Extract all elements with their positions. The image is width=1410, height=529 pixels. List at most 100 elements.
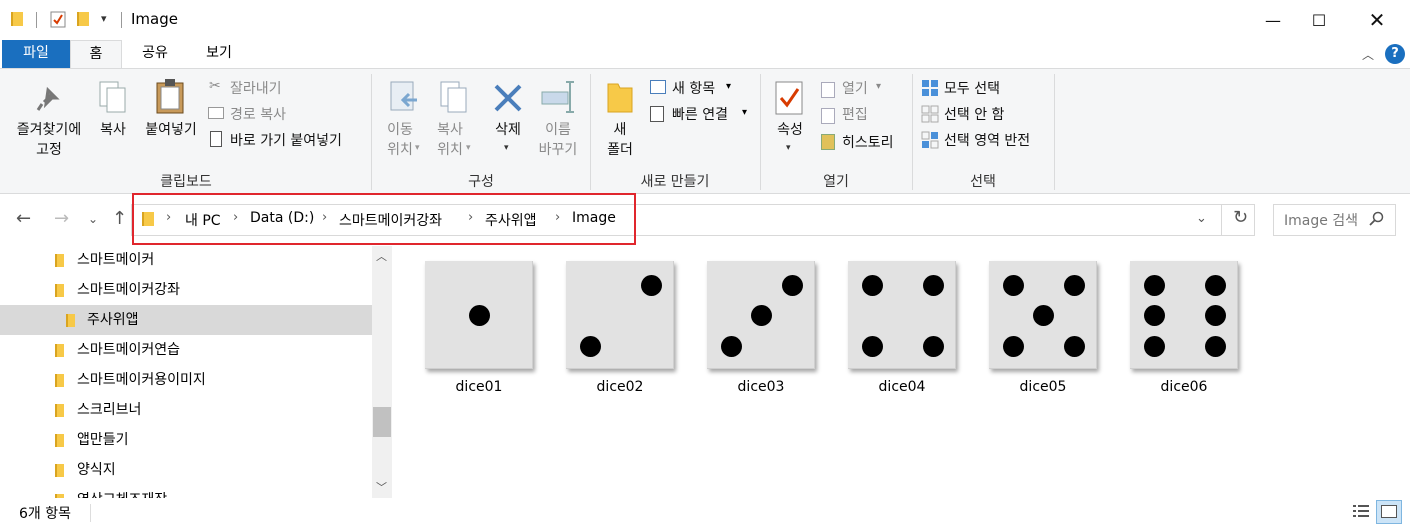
nav-item[interactable]: 스마트메이커강좌: [0, 275, 372, 305]
nav-item-selected[interactable]: 주사위앱: [0, 305, 372, 335]
close-button[interactable]: ✕: [1354, 0, 1400, 40]
new-folder-icon[interactable]: [77, 12, 89, 26]
dice-pip: [1003, 336, 1024, 357]
paste-icon: [156, 79, 184, 114]
dice-pip: [1064, 275, 1085, 296]
copy-path-button[interactable]: 경로 복사: [230, 104, 286, 124]
dice-thumbnail[interactable]: [848, 261, 956, 369]
new-folder-icon: [607, 83, 633, 113]
nav-item[interactable]: 양식지: [0, 455, 372, 485]
refresh-icon[interactable]: ↻: [1233, 207, 1248, 228]
folder-icon: [55, 254, 64, 267]
properties-check-icon[interactable]: [50, 11, 66, 28]
dice-pip: [751, 305, 772, 326]
scroll-up-icon[interactable]: ︿: [376, 248, 387, 264]
details-view-icon[interactable]: [1352, 502, 1370, 520]
move-to-icon: [390, 81, 417, 111]
tab-share[interactable]: 공유: [130, 40, 180, 68]
up-arrow-icon[interactable]: ↑: [112, 208, 127, 229]
forward-arrow-icon[interactable]: →: [54, 208, 69, 229]
dice-pip: [782, 275, 803, 296]
invert-selection-button[interactable]: 선택 영역 반전: [944, 130, 1030, 150]
dice-thumbnail[interactable]: [566, 261, 674, 369]
dice-pip: [1003, 275, 1024, 296]
nav-scrollbar[interactable]: [372, 246, 392, 498]
address-dropdown-icon[interactable]: ⌄: [1196, 211, 1207, 226]
invert-selection-icon: [921, 131, 939, 149]
select-all-icon: [922, 80, 938, 96]
pin-to-quick-access-button[interactable]: 즐겨찾기에 고정: [4, 120, 94, 160]
dice-thumbnail[interactable]: [707, 261, 815, 369]
edit-button[interactable]: 편집: [842, 104, 868, 124]
dropdown-arrow-icon: ▾: [876, 81, 882, 92]
nav-item[interactable]: 스마트메이커용이미지: [0, 365, 372, 395]
large-icons-view-icon: [1381, 505, 1397, 518]
easy-access-button[interactable]: 빠른 연결: [672, 104, 728, 124]
back-arrow-icon[interactable]: ←: [16, 208, 31, 229]
dice-thumbnail[interactable]: [1130, 261, 1238, 369]
move-to-button[interactable]: 이동 위치: [378, 120, 422, 160]
minimize-button[interactable]: —: [1250, 0, 1296, 40]
select-all-button[interactable]: 모두 선택: [944, 78, 1000, 98]
folder-icon: [55, 404, 64, 417]
copy-button[interactable]: 복사: [92, 120, 134, 140]
scroll-down-icon[interactable]: ﹀: [376, 479, 387, 495]
dice-thumbnail[interactable]: [425, 261, 533, 369]
dice-pip: [1144, 305, 1165, 326]
search-icon[interactable]: [1369, 211, 1385, 227]
delete-button[interactable]: 삭제: [486, 120, 530, 140]
tab-home[interactable]: 홈: [70, 40, 122, 68]
toolbar-divider: [36, 12, 37, 28]
nav-item[interactable]: 스크리브너: [0, 395, 372, 425]
dropdown-arrow-icon: ▾: [504, 143, 509, 153]
dice-pip: [1205, 336, 1226, 357]
dice-pip: [469, 305, 490, 326]
file-name: dice05: [1019, 379, 1067, 395]
collapse-ribbon-icon[interactable]: ︿: [1362, 46, 1374, 63]
tab-view[interactable]: 보기: [194, 40, 244, 68]
title-bar: [0, 0, 1410, 40]
recent-locations-icon[interactable]: ⌄: [88, 212, 98, 226]
quick-access-dropdown-icon[interactable]: ▾: [101, 12, 107, 25]
history-button[interactable]: 히스토리: [842, 132, 894, 152]
dice-thumbnail[interactable]: [989, 261, 1097, 369]
delete-icon: [494, 84, 522, 112]
nav-item[interactable]: 앱만들기: [0, 425, 372, 455]
paste-shortcut-button[interactable]: 바로 가기 붙여넣기: [230, 130, 342, 150]
tab-file[interactable]: 파일: [2, 40, 70, 68]
nav-item[interactable]: 스마트메이커: [0, 245, 372, 275]
select-none-button[interactable]: 선택 안 함: [944, 104, 1004, 124]
dice-pip: [862, 336, 883, 357]
large-icons-view-button[interactable]: [1376, 500, 1402, 524]
cut-button[interactable]: 잘라내기: [230, 78, 282, 98]
rename-button[interactable]: 이름 바꾸기: [534, 120, 582, 160]
select-none-icon: [921, 105, 939, 123]
copy-to-icon: [440, 81, 467, 113]
nav-item-label: 스마트메이커연습: [77, 342, 181, 358]
nav-item-label: 스마트메이커강좌: [77, 282, 181, 298]
copy-to-button[interactable]: 복사 위치: [428, 120, 472, 160]
maximize-button[interactable]: ☐: [1296, 0, 1342, 40]
nav-item[interactable]: 스마트메이커연습: [0, 335, 372, 365]
search-input[interactable]: Image 검색: [1284, 210, 1358, 230]
new-item-button[interactable]: 새 항목: [672, 78, 715, 98]
dice-pip: [1033, 305, 1054, 326]
highlight-box: [132, 193, 636, 245]
help-icon[interactable]: ?: [1385, 44, 1405, 64]
file-name: dice01: [455, 379, 503, 395]
nav-item-clipped[interactable]: 영상교체즈재작: [0, 485, 372, 498]
dice-pip: [923, 336, 944, 357]
dropdown-arrow-icon: ▾: [466, 143, 471, 153]
rename-icon: [541, 81, 574, 113]
copy-path-icon: [208, 107, 224, 119]
paste-button[interactable]: 붙여넣기: [138, 120, 204, 140]
scrollbar-thumb[interactable]: [373, 407, 391, 437]
organize-group-label: 구성: [468, 174, 494, 190]
new-folder-button[interactable]: 새 폴더: [598, 120, 642, 160]
nav-item[interactable]: 영상교체즈재작: [0, 485, 372, 498]
open-button[interactable]: 열기: [842, 78, 868, 98]
properties-button[interactable]: 속성: [768, 120, 812, 140]
file-name: dice03: [737, 379, 785, 395]
new-group-label: 새로 만들기: [640, 174, 710, 190]
select-group-label: 선택: [970, 174, 996, 190]
